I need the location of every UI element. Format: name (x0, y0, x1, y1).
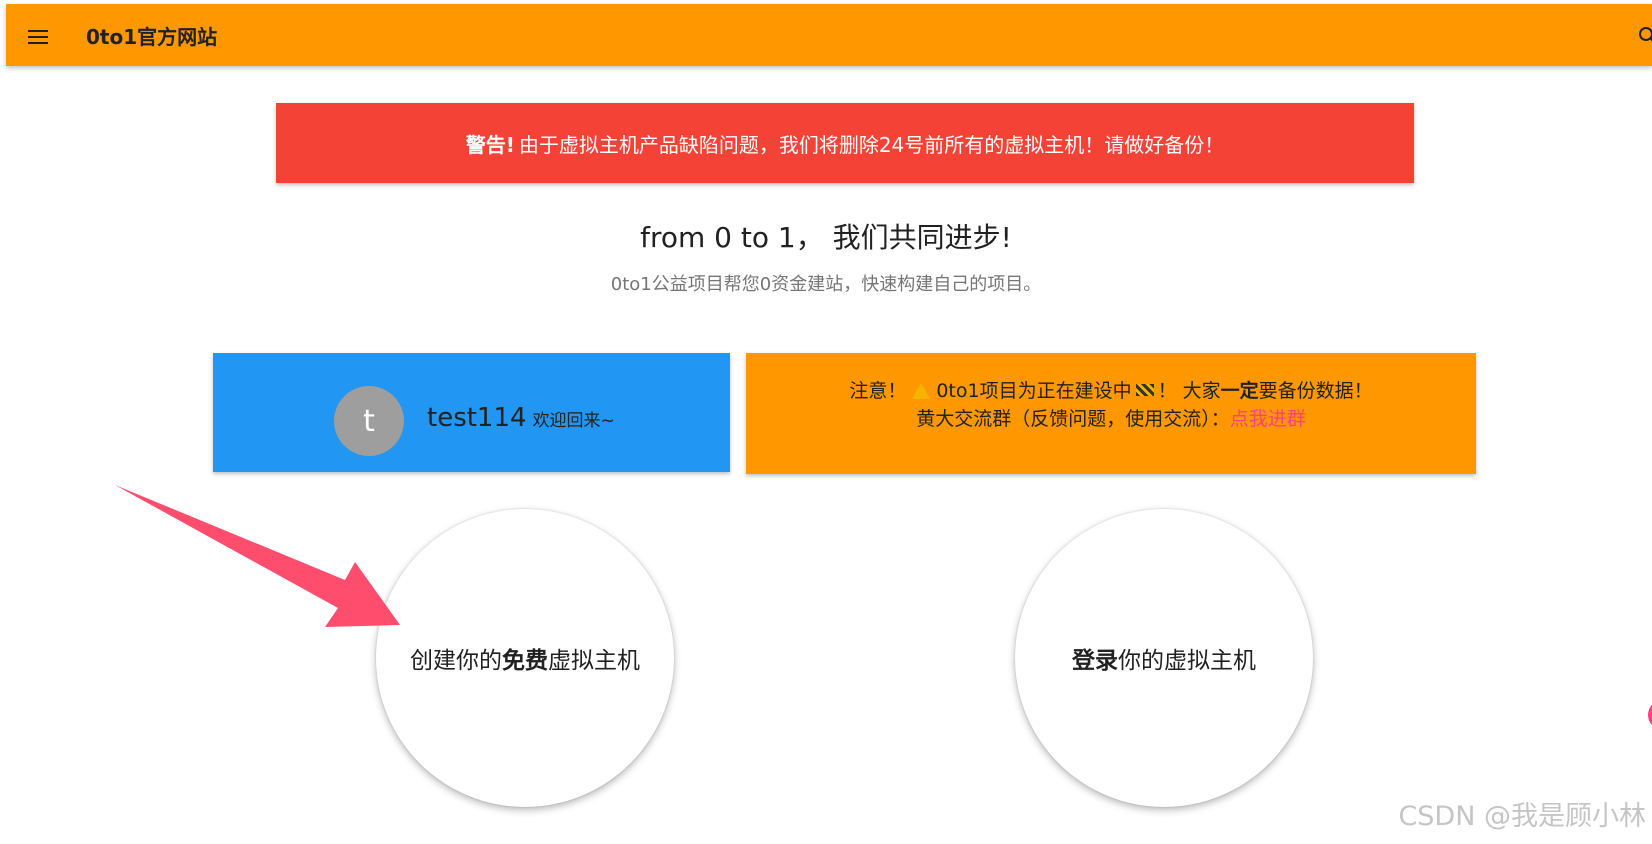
welcome-text: 欢迎回来~ (532, 411, 615, 431)
notice-line-1: 注意！ 0to1项目为正在建设中 ！ 大家一定要备份数据！ (746, 377, 1476, 405)
notice-suffix: 要备份数据！ (1258, 380, 1373, 402)
create-label-pre: 创建你的 (410, 648, 502, 674)
construction-icon (1135, 384, 1154, 396)
hero-subtitle: 0to1公益项目帮您0资金建站，快速构建自己的项目。 (610, 274, 1042, 295)
create-label-post: 虚拟主机 (548, 648, 640, 674)
create-label-bold: 免费 (502, 648, 548, 674)
username: test114 欢迎回来~ (427, 401, 615, 438)
warning-label: 警告! (465, 132, 515, 157)
notice-line-2: 黄大交流群（反馈问题，使用交流）：点我进群 (746, 405, 1476, 433)
notice-bold: 一定 (1220, 380, 1259, 402)
site-title[interactable]: 0to1官方网站 (86, 24, 217, 50)
notice-prefix: 注意！ (849, 380, 907, 402)
join-group-link[interactable]: 点我进群 (1230, 408, 1306, 430)
notice-mid2: ！ 大家 (1157, 380, 1221, 402)
warning-icon (912, 383, 931, 399)
top-app-bar: 0to1官方网站 (6, 4, 1652, 66)
group-label: 黄大交流群（反馈问题，使用交流）： (916, 408, 1230, 430)
login-label-post: 你的虚拟主机 (1118, 648, 1256, 674)
search-icon[interactable] (1638, 26, 1652, 46)
warning-banner: 警告! 由于虚拟主机产品缺陷问题，我们将删除24号前所有的虚拟主机！请做好备份！ (276, 103, 1414, 183)
login-label-bold: 登录 (1072, 648, 1118, 674)
login-host-button[interactable]: 登录 你的虚拟主机 (1015, 509, 1313, 807)
menu-icon[interactable] (28, 30, 48, 44)
page: 0to1官方网站 警告! 由于虚拟主机产品缺陷问题，我们将删除24号前所有的虚拟… (0, 0, 1652, 844)
watermark: CSDN @我是顾小林 (1398, 801, 1646, 832)
warning-message: 由于虚拟主机产品缺陷问题，我们将删除24号前所有的虚拟主机！请做好备份！ (518, 132, 1225, 157)
floating-action-button[interactable] (1648, 700, 1652, 730)
hero-title: from 0 to 1， 我们共同进步! (640, 221, 1012, 254)
create-free-host-button[interactable]: 创建你的 免费 虚拟主机 (376, 509, 674, 807)
username-text: test114 (427, 403, 527, 433)
avatar: t (334, 386, 404, 456)
user-card: t test114 欢迎回来~ (213, 353, 730, 472)
notice-card: 注意！ 0to1项目为正在建设中 ！ 大家一定要备份数据！ 黄大交流群（反馈问题，使… (746, 353, 1476, 474)
notice-middle: 0to1项目为正在建设中 (936, 380, 1132, 402)
annotation-arrow-icon (115, 485, 400, 627)
